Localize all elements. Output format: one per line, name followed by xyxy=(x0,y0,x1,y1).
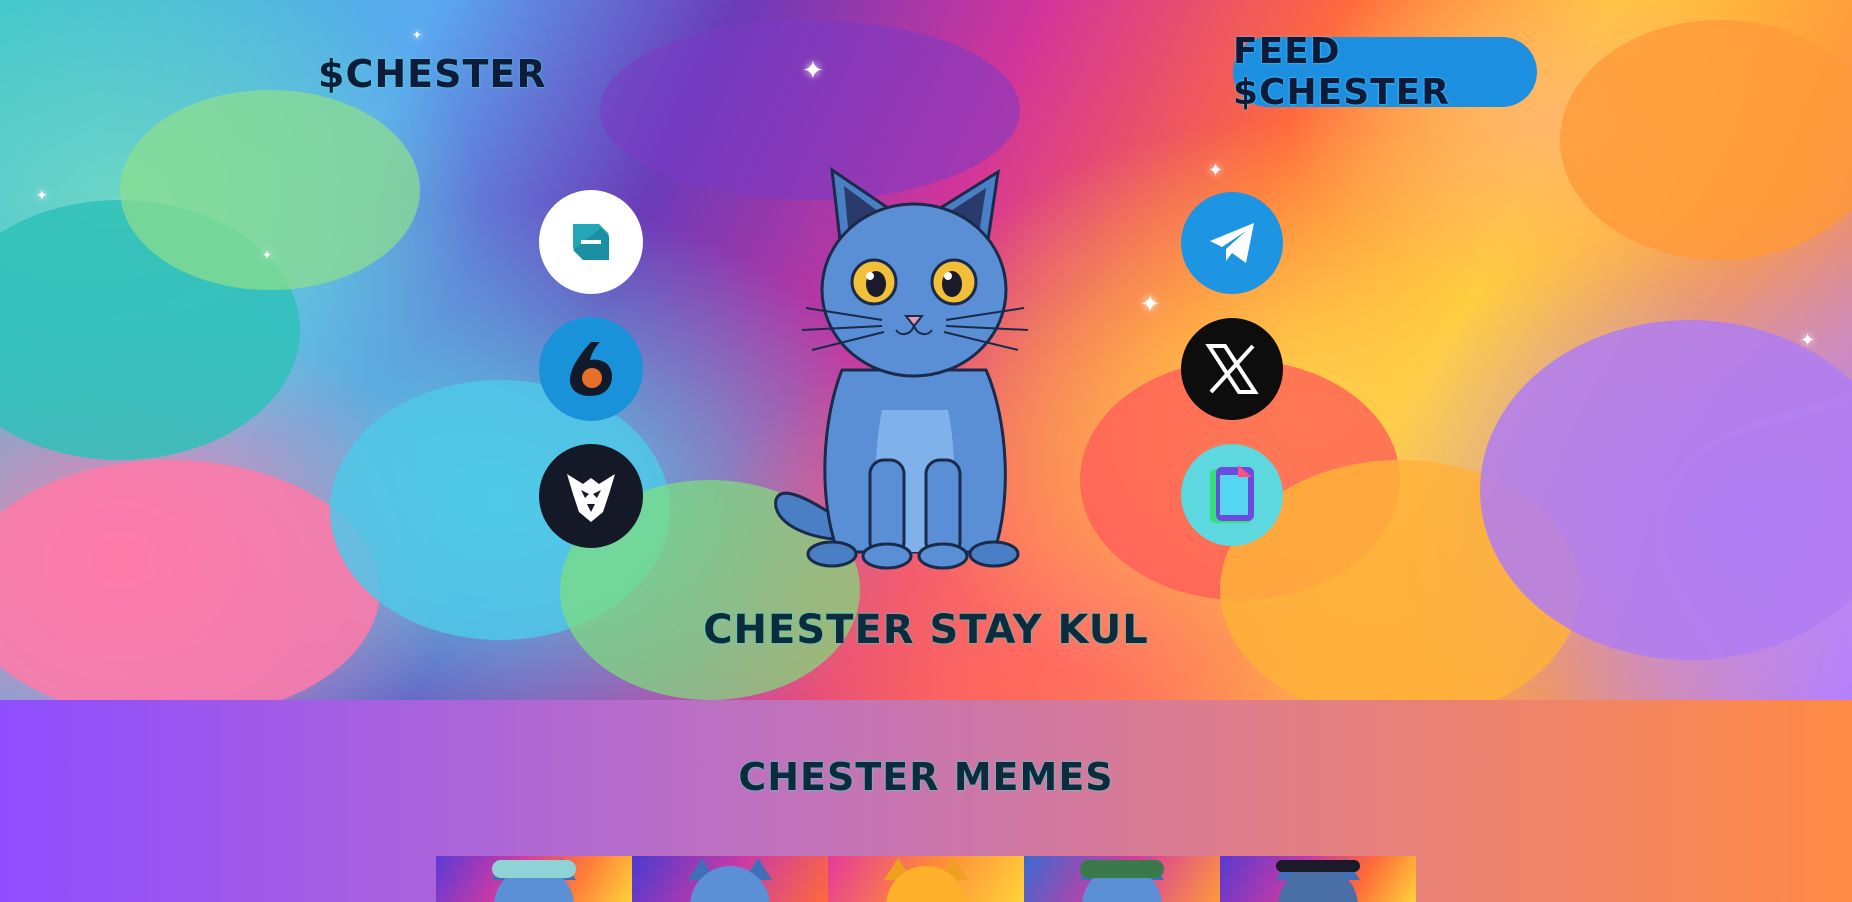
memes-section: CHESTER MEMES xyxy=(0,700,1852,902)
hero-headline: CHESTER STAY KUL xyxy=(703,607,1149,653)
pump-pill-icon xyxy=(1210,465,1254,523)
meme-thumb-tiara[interactable] xyxy=(1220,856,1416,902)
floral-hat xyxy=(492,860,576,878)
birdeye-icon xyxy=(570,342,612,396)
meme-thumb-orange-cat[interactable] xyxy=(828,856,1024,902)
cloud-decoration xyxy=(1560,20,1852,260)
tiara xyxy=(1276,860,1360,872)
chester-cat-illustration xyxy=(774,166,1029,570)
eagle-link[interactable] xyxy=(539,444,643,548)
dextools-icon xyxy=(573,224,609,260)
star-decoration: ✦ xyxy=(412,28,423,42)
star-decoration: ✦ xyxy=(802,56,824,86)
star-decoration: ✦ xyxy=(1140,290,1161,318)
star-decoration: ✦ xyxy=(1800,330,1816,351)
star-decoration: ✦ xyxy=(36,188,48,204)
memes-title: CHESTER MEMES xyxy=(738,755,1114,799)
x-link[interactable] xyxy=(1181,318,1283,420)
dextools-link[interactable] xyxy=(539,190,643,294)
telegram-icon xyxy=(1210,223,1254,263)
star-decoration: ✦ xyxy=(262,248,273,262)
feed-chester-button[interactable]: FEED $CHESTER xyxy=(1233,31,1537,113)
meme-thumb-plain[interactable] xyxy=(632,856,828,902)
eagle-icon xyxy=(567,474,615,522)
birdeye-link[interactable] xyxy=(539,317,643,421)
memes-gallery xyxy=(436,856,1416,902)
pump-link[interactable] xyxy=(1181,444,1283,546)
meme-thumb-green-cap[interactable] xyxy=(1024,856,1220,902)
telegram-link[interactable] xyxy=(1181,192,1283,294)
brand-logo-text[interactable]: $CHESTER xyxy=(318,52,547,96)
hero-section: ✦ ✦ ✦ ✦ ✦ ✦ ✦ $CHESTER FEED $CHESTER CHE… xyxy=(0,0,1852,700)
cloud-decoration xyxy=(0,460,380,700)
star-decoration: ✦ xyxy=(1208,160,1224,181)
green-cap xyxy=(1080,860,1164,878)
x-icon xyxy=(1205,344,1259,394)
meme-thumb-floral-hat[interactable] xyxy=(436,856,632,902)
